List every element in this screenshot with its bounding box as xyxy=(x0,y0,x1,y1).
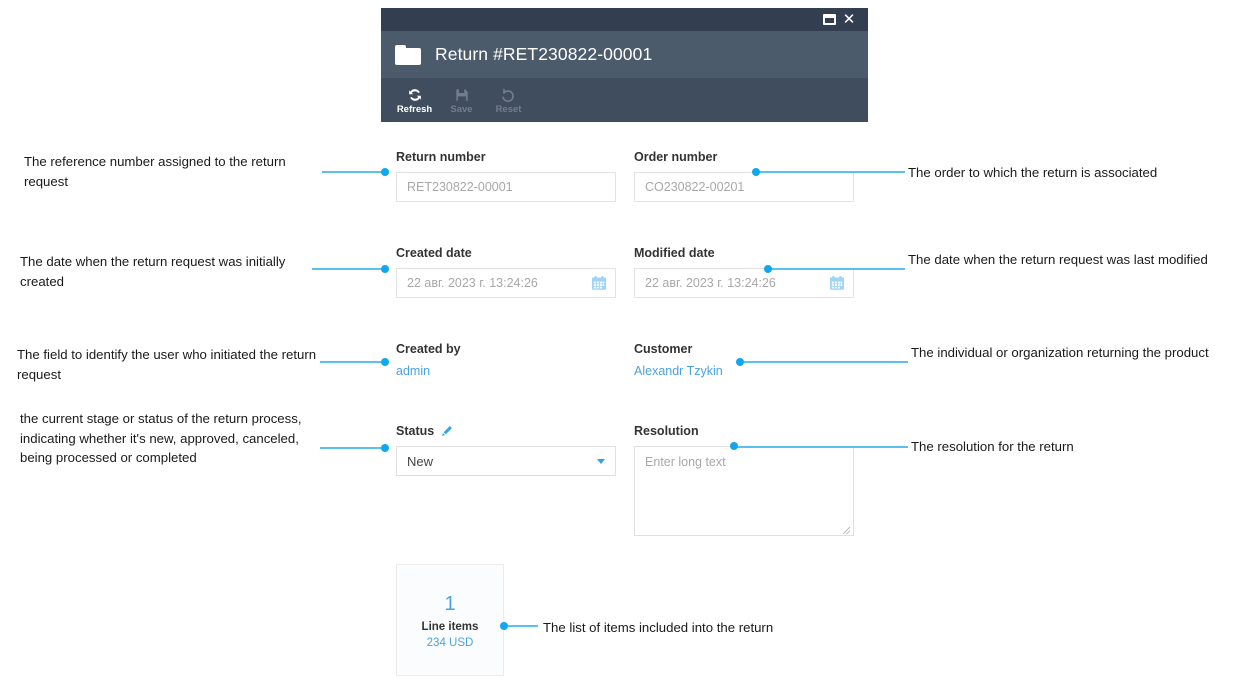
status-label-text: Status xyxy=(396,424,435,438)
customer-label: Customer xyxy=(634,342,693,356)
created-date-input[interactable]: 22 авг. 2023 г. 13:24:26 xyxy=(396,268,616,298)
calendar-icon[interactable] xyxy=(829,275,845,291)
order-number-value: CO230822-00201 xyxy=(645,180,745,194)
pencil-icon[interactable] xyxy=(441,425,453,437)
annotation-modified-date: The date when the return request was las… xyxy=(908,252,1208,267)
return-detail-window: ✕ Return #RET230822-00001 Refresh Save R… xyxy=(381,8,868,122)
close-icon: ✕ xyxy=(842,10,856,28)
save-icon xyxy=(455,88,469,102)
refresh-icon xyxy=(408,88,422,102)
connector-dot-created-date xyxy=(381,265,389,273)
close-window-button[interactable]: ✕ xyxy=(839,10,859,30)
resize-handle-icon[interactable] xyxy=(841,524,851,535)
return-number-value: RET230822-00001 xyxy=(407,180,513,194)
chevron-down-icon xyxy=(597,458,605,464)
modified-date-value: 22 авг. 2023 г. 13:24:26 xyxy=(645,276,776,290)
save-button[interactable]: Save xyxy=(438,85,485,116)
field-return-number: Return number RET230822-00001 xyxy=(396,150,616,202)
reset-icon xyxy=(501,87,516,102)
restore-window-button[interactable] xyxy=(819,10,839,30)
status-label: Status xyxy=(396,424,616,438)
status-value: New xyxy=(407,453,434,469)
window-toolbar: Refresh Save Reset xyxy=(381,78,868,122)
reset-button[interactable]: Reset xyxy=(485,84,532,116)
connector-dot-resolution xyxy=(730,442,738,450)
annotation-order-number: The order to which the return is associa… xyxy=(908,165,1158,180)
connector-created-by xyxy=(320,361,385,363)
connector-dot-modified-date xyxy=(764,265,772,273)
resolution-placeholder: Enter long text xyxy=(645,455,726,469)
connector-line-items xyxy=(508,625,538,627)
save-label: Save xyxy=(450,103,473,115)
return-number-label: Return number xyxy=(396,150,486,164)
resolution-textarea[interactable]: Enter long text xyxy=(634,446,854,536)
window-title-bar: ✕ xyxy=(381,8,868,31)
resolution-label: Resolution xyxy=(634,424,699,438)
modified-date-input[interactable]: 22 авг. 2023 г. 13:24:26 xyxy=(634,268,854,298)
field-order-number: Order number CO230822-00201 xyxy=(634,150,854,202)
connector-dot-customer xyxy=(736,358,744,366)
field-modified-date: Modified date 22 авг. 2023 г. 13:24:26 xyxy=(634,246,854,298)
annotation-status: the current stage or status of the retur… xyxy=(20,411,302,465)
field-created-date: Created date 22 авг. 2023 г. 13:24:26 xyxy=(396,246,616,298)
line-items-card[interactable]: 1 Line items 234 USD xyxy=(396,564,504,676)
line-items-title: Line items xyxy=(421,620,479,633)
order-number-input[interactable]: CO230822-00201 xyxy=(634,172,854,202)
customer-value[interactable]: Alexandr Tzykin xyxy=(634,364,723,378)
connector-dot-return-number xyxy=(381,168,389,176)
calendar-icon[interactable] xyxy=(591,275,607,291)
connector-created-date xyxy=(312,268,385,270)
return-number-input[interactable]: RET230822-00001 xyxy=(396,172,616,202)
created-date-label: Created date xyxy=(396,246,472,260)
created-date-value: 22 авг. 2023 г. 13:24:26 xyxy=(407,276,538,290)
field-resolution: Resolution Enter long text xyxy=(634,424,854,536)
refresh-label: Refresh xyxy=(396,103,433,115)
connector-dot-created-by xyxy=(381,358,389,366)
window-title: Return #RET230822-00001 xyxy=(435,44,653,64)
reset-label: Reset xyxy=(495,104,522,115)
order-number-label: Order number xyxy=(634,150,718,164)
created-by-value[interactable]: admin xyxy=(396,364,461,378)
annotation-customer: The individual or organization returning… xyxy=(911,345,1209,360)
window-header: Return #RET230822-00001 xyxy=(381,31,868,78)
refresh-button[interactable]: Refresh xyxy=(391,85,438,116)
annotation-resolution: The resolution for the return xyxy=(911,439,1074,454)
connector-dot-status xyxy=(381,444,389,452)
folder-icon xyxy=(395,44,421,65)
connector-resolution xyxy=(734,446,908,448)
connector-customer xyxy=(740,361,908,363)
line-items-count: 1 xyxy=(444,592,456,615)
connector-status xyxy=(320,447,385,449)
created-by-label: Created by xyxy=(396,342,461,356)
modified-date-label: Modified date xyxy=(634,246,715,260)
annotation-line-items: The list of items included into the retu… xyxy=(543,620,774,635)
annotation-created-by: The field to identify the user who initi… xyxy=(17,347,317,382)
field-status: Status New xyxy=(396,424,616,476)
connector-dot-line-items xyxy=(500,622,508,630)
field-created-by: Created by admin xyxy=(396,342,461,378)
status-select[interactable]: New xyxy=(396,446,616,476)
connector-order-number xyxy=(756,171,905,173)
annotation-return-number: The reference number assigned to the ret… xyxy=(24,154,286,189)
field-customer: Customer Alexandr Tzykin xyxy=(634,342,723,378)
line-items-amount: 234 USD xyxy=(426,636,474,649)
annotation-created-date: The date when the return request was ini… xyxy=(20,254,286,289)
restore-icon xyxy=(822,14,836,25)
connector-dot-order-number xyxy=(752,168,760,176)
connector-return-number xyxy=(322,171,385,173)
connector-modified-date xyxy=(768,268,905,270)
